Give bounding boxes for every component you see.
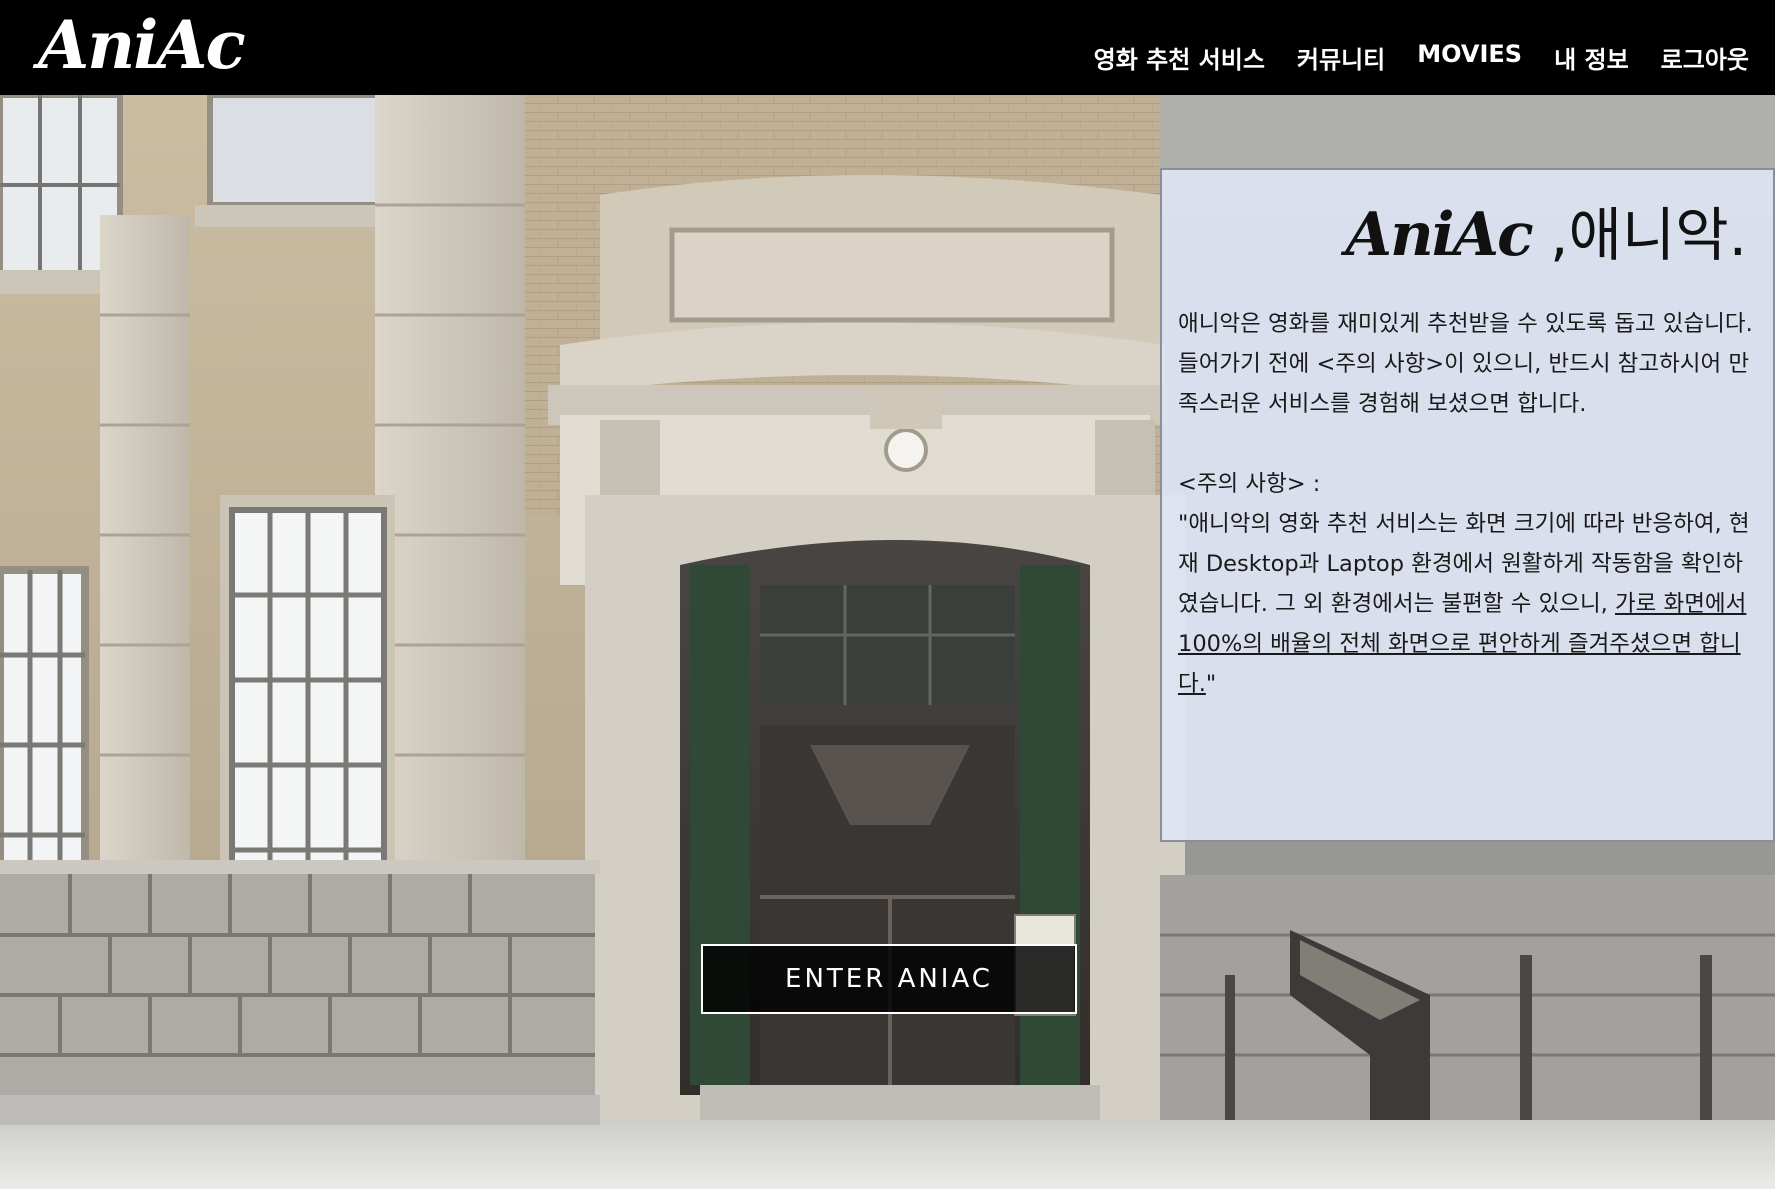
nav-movie-recommend[interactable]: 영화 추천 서비스 [1094,40,1265,75]
intro-info-panel: AniAc ,애니악. 애니악은 영화를 재미있게 추천받을 수 있도록 돕고 … [1160,168,1775,842]
notice-text: "애니악의 영화 추천 서비스는 화면 크기에 따라 반응하여, 현재 Desk… [1178,504,1758,704]
nav-community[interactable]: 커뮤니티 [1297,40,1385,75]
nav-logout[interactable]: 로그아웃 [1661,40,1749,75]
enter-aniac-button[interactable]: ENTER ANIAC [701,944,1077,1014]
site-logo[interactable]: AniAc [38,6,246,84]
panel-title: AniAc ,애니악. [1346,188,1747,272]
nav-movies[interactable]: MOVIES [1417,40,1522,75]
panel-body: 애니악은 영화를 재미있게 추천받을 수 있도록 돕고 있습니다. 들어가기 전… [1178,304,1758,704]
top-navbar: AniAc 영화 추천 서비스 커뮤니티 MOVIES 내 정보 로그아웃 [0,0,1775,95]
nav-menu: 영화 추천 서비스 커뮤니티 MOVIES 내 정보 로그아웃 [1094,40,1749,75]
notice-heading: <주의 사항> : [1178,471,1321,497]
notice-reminder-paragraph: 들어가기 전에 <주의 사항>이 있으니, 반드시 참고하시어 만족스러운 서비… [1178,351,1750,417]
panel-title-brand: AniAc [1345,200,1534,270]
intro-paragraph: 애니악은 영화를 재미있게 추천받을 수 있도록 돕고 있습니다. [1178,311,1753,337]
notice-text-close: " [1205,671,1217,697]
nav-my-info[interactable]: 내 정보 [1554,40,1629,75]
panel-title-suffix: ,애니악. [1531,201,1747,269]
landing-page: AniAc 영화 추천 서비스 커뮤니티 MOVIES 내 정보 로그아웃 An… [0,0,1775,1189]
